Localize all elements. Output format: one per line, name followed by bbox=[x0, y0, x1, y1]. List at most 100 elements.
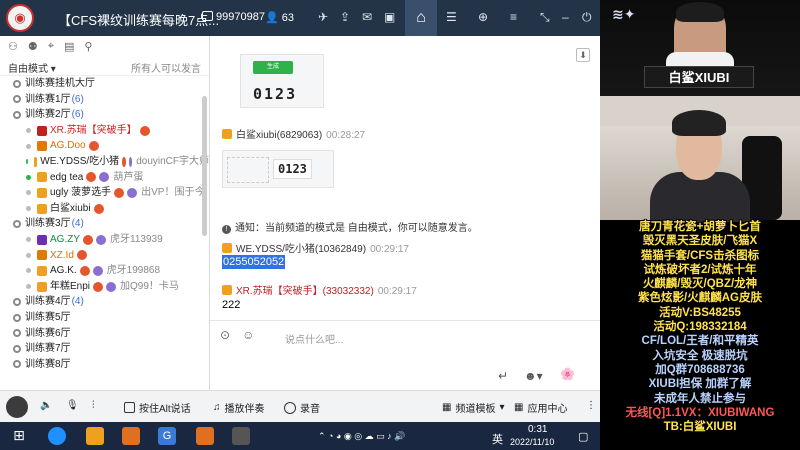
user-item[interactable]: 年糕Enpi 加Q99！卡马 bbox=[0, 279, 209, 295]
channel-item[interactable]: 训练赛3厅 (4) bbox=[0, 216, 209, 232]
channel-template-button[interactable]: ▦ 频道模板 ▾ bbox=[442, 400, 504, 415]
channel-item[interactable]: 训练赛1厅 (6) bbox=[0, 92, 209, 108]
message-time: 00:29:17 bbox=[377, 286, 417, 297]
person-icon[interactable]: ⚇ bbox=[8, 40, 18, 54]
user-item[interactable]: XR.苏瑞【突破手】 bbox=[0, 123, 209, 139]
browser-icon[interactable] bbox=[48, 427, 66, 445]
user-item[interactable]: 白鲨xiubi bbox=[0, 201, 209, 217]
pin-icon[interactable]: ⚲ bbox=[84, 40, 92, 54]
tray-icons[interactable]: ⌃ ◔ ◕ ◉ ◎ ☁ ▭ ♪ 🔊 bbox=[318, 431, 405, 442]
mode-select[interactable]: 自由模式 ▾ bbox=[8, 60, 56, 75]
more-icon[interactable]: ⋮ bbox=[586, 400, 596, 411]
sidebar-scrollbar[interactable] bbox=[202, 96, 207, 236]
yy-app-icon[interactable] bbox=[122, 427, 140, 445]
gamepad-icon[interactable]: ⊕ bbox=[478, 10, 488, 24]
plane-icon[interactable]: ✈ bbox=[318, 10, 328, 24]
promo-line: 加Q群708688736 bbox=[655, 363, 745, 376]
channel-count: (6) bbox=[71, 109, 84, 121]
emoji-icon[interactable]: ☺ bbox=[242, 328, 254, 342]
send-icon[interactable]: ↵ bbox=[498, 369, 508, 383]
promo-line: TB:白鲨XIUBI bbox=[663, 421, 737, 434]
channel-item[interactable]: 训练赛挂机大厅 bbox=[0, 76, 209, 92]
play-music-button[interactable]: ♫ 播放伴奏 bbox=[213, 400, 265, 415]
message-input[interactable]: 说点什么吧... bbox=[285, 331, 343, 346]
app-center-button[interactable]: ▦ 应用中心 bbox=[514, 400, 567, 415]
badge-icon bbox=[92, 265, 103, 276]
list-icon[interactable]: ☰ bbox=[446, 10, 457, 24]
notification-icon[interactable]: ▢ bbox=[578, 430, 588, 443]
flower-icon[interactable]: 🌸 bbox=[560, 367, 575, 381]
clock-time[interactable]: 0:31 bbox=[528, 424, 547, 435]
promo-line: CF/LOL/王者/和平精英 bbox=[641, 335, 759, 348]
badge-icon bbox=[122, 156, 126, 167]
message-text: 222 bbox=[222, 299, 241, 311]
user-item[interactable]: AG.ZY 虎牙113939 bbox=[0, 232, 209, 248]
input-method[interactable]: 英 bbox=[492, 431, 503, 447]
crown-icon bbox=[222, 243, 232, 253]
channel-item[interactable]: 训练赛2厅 (6) bbox=[0, 107, 209, 123]
channel-label: 训练赛挂机大厅 bbox=[25, 78, 95, 89]
speaker-icon[interactable]: 🔈 bbox=[40, 400, 52, 411]
g-app-icon[interactable]: G bbox=[158, 427, 176, 445]
user-item[interactable]: WE.YDSS/吃小猪 douyinCF宇大师 bbox=[0, 154, 209, 170]
role-icon bbox=[33, 156, 38, 167]
user-name: 年糕Enpi bbox=[50, 280, 91, 292]
home-icon[interactable]: ⌂ bbox=[405, 0, 437, 36]
chat-image-1[interactable]: 生成 0123 bbox=[240, 54, 324, 108]
user-avatar[interactable] bbox=[6, 396, 28, 418]
emoji-picker-icon[interactable]: ☻▾ bbox=[524, 369, 543, 383]
channel-title[interactable]: 【CFS裸纹训练赛每晚7点... bbox=[58, 10, 219, 29]
windows-start-icon[interactable]: ⊞ bbox=[10, 427, 28, 445]
chat-message-1: 白鲨xiubi(6829063) 00:28:27 bbox=[222, 126, 365, 141]
share-icon[interactable]: ⇪ bbox=[340, 10, 350, 24]
record-button[interactable]: 录音 bbox=[284, 400, 320, 415]
power-icon[interactable]: ⏻ bbox=[582, 10, 592, 25]
channel-icon bbox=[13, 110, 21, 119]
user-item[interactable]: edg tea 葫芦蛋 bbox=[0, 170, 209, 186]
chat-icon[interactable]: ✉ bbox=[362, 10, 372, 24]
badge-icon bbox=[79, 265, 90, 276]
channel-item[interactable]: 训练赛8厅 bbox=[0, 357, 209, 373]
channel-item[interactable]: 训练赛4厅 (4) bbox=[0, 294, 209, 310]
mic-icon[interactable]: 🎙 bbox=[66, 400, 79, 411]
minimize-icon[interactable]: – bbox=[562, 10, 569, 24]
streamer-photo: ≋✦ 白鲨XIUBI bbox=[600, 0, 800, 96]
window-app-icon[interactable] bbox=[232, 427, 250, 445]
promo-line: 火麒麟/毁灭/QBZ/龙神 bbox=[642, 278, 758, 291]
sender-name[interactable]: WE.YDSS/吃小猪(10362849) bbox=[236, 244, 366, 255]
channel-label: 训练赛5厅 bbox=[25, 311, 71, 323]
badge-icon bbox=[76, 250, 87, 261]
game-app-icon[interactable] bbox=[196, 427, 214, 445]
download-icon[interactable]: ⬇ bbox=[576, 48, 590, 62]
selected-text[interactable]: 0255052052 bbox=[222, 255, 286, 269]
user-item[interactable]: AG.K. 虎牙199868 bbox=[0, 263, 209, 279]
channel-sidebar: ⚇ ⚉ ⌖ ▤ ⚲ 自由模式 ▾ 所有人可以发言 训练赛挂机大厅 训练赛1厅 (6)… bbox=[0, 36, 210, 390]
channel-item[interactable]: 训练赛5厅 bbox=[0, 310, 209, 326]
badge-icon bbox=[93, 203, 104, 214]
user-item[interactable]: AG.Doo bbox=[0, 138, 209, 154]
gamepad-icon[interactable]: ⊙ bbox=[220, 328, 230, 342]
mixer-icon[interactable]: ⫶ bbox=[92, 400, 95, 411]
layout-icon[interactable]: ▣ bbox=[384, 10, 395, 24]
channel-avatar[interactable]: ◉ bbox=[6, 4, 34, 32]
chat-image-2[interactable]: 0123 bbox=[222, 150, 334, 188]
user-item[interactable]: XZ.Id bbox=[0, 248, 209, 264]
notice-icon[interactable]: ▤ bbox=[64, 40, 74, 54]
sender-name[interactable]: 白鲨xiubi(6829063) bbox=[236, 130, 322, 141]
location-icon[interactable]: ⌖ bbox=[48, 40, 54, 54]
owl-app-icon[interactable] bbox=[86, 427, 104, 445]
user-name: AG.K. bbox=[50, 265, 77, 277]
hold-alt-button[interactable]: 按住Alt说话 bbox=[124, 400, 191, 415]
crown-icon bbox=[222, 129, 232, 139]
shrink-icon[interactable]: ⤡ bbox=[540, 10, 550, 25]
menu-icon[interactable]: ≡ bbox=[510, 10, 517, 24]
group-icon[interactable]: ⚉ bbox=[28, 40, 38, 54]
sender-name[interactable]: XR.苏瑞【突破手】(33032332) bbox=[236, 286, 374, 297]
channel-icon bbox=[13, 95, 21, 104]
channel-icon bbox=[13, 329, 21, 338]
user-item[interactable]: ugly 菠萝选手 出VP！围于今 bbox=[0, 185, 209, 201]
channel-item[interactable]: 训练赛7厅 bbox=[0, 341, 209, 357]
role-icon bbox=[37, 281, 47, 292]
clock-date[interactable]: 2022/11/10 bbox=[510, 437, 554, 447]
channel-item[interactable]: 训练赛6厅 bbox=[0, 326, 209, 342]
